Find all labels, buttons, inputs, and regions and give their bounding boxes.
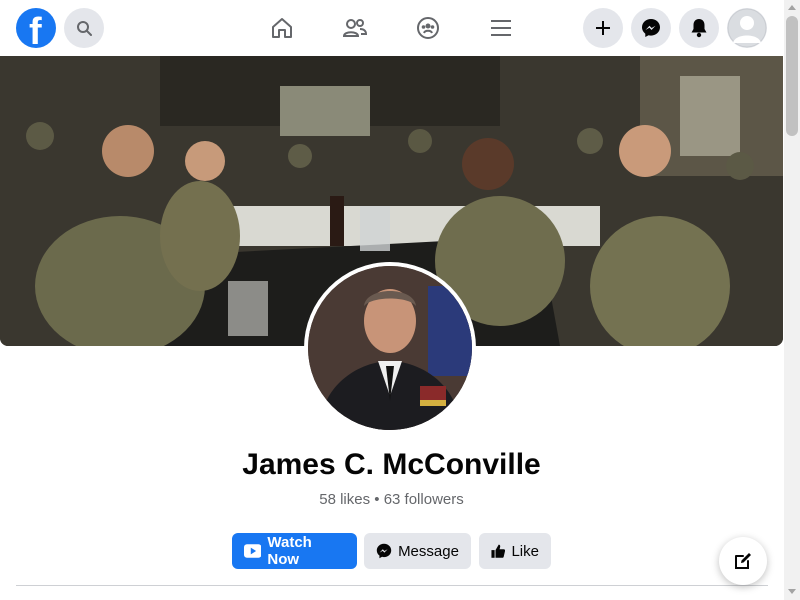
messenger-icon <box>376 543 392 559</box>
messenger-icon <box>642 19 660 37</box>
scroll-down-arrow-icon[interactable] <box>788 589 796 594</box>
notifications-button[interactable] <box>679 8 719 48</box>
like-button[interactable]: Like <box>479 533 551 569</box>
account-button[interactable] <box>727 8 767 48</box>
search-button[interactable] <box>64 8 104 48</box>
profile-picture-image <box>308 266 472 430</box>
watch-now-button[interactable]: Watch Now <box>232 533 357 569</box>
message-label: Message <box>398 542 459 560</box>
friends-icon <box>342 19 368 37</box>
likes-followers-count: 58 likes • 63 followers <box>319 491 464 508</box>
page-scrollbar[interactable] <box>784 0 800 600</box>
like-label: Like <box>511 542 539 560</box>
compose-icon <box>735 553 751 569</box>
video-play-icon <box>244 544 262 558</box>
tab-groups[interactable] <box>408 8 448 48</box>
page-title: James C. McConville <box>242 448 541 481</box>
section-divider <box>16 585 768 586</box>
avatar-icon <box>727 8 767 48</box>
message-button[interactable]: Message <box>364 533 471 569</box>
new-message-button[interactable] <box>719 537 767 585</box>
watch-now-label: Watch Now <box>267 534 312 568</box>
plus-icon <box>596 21 610 35</box>
bell-icon <box>691 19 707 38</box>
home-icon <box>272 18 292 38</box>
scroll-up-arrow-icon[interactable] <box>788 5 796 10</box>
top-navigation-bar: f <box>0 0 784 56</box>
facebook-logo-icon[interactable]: f <box>16 8 56 48</box>
tab-menu[interactable] <box>481 8 521 48</box>
search-icon <box>77 21 92 36</box>
profile-picture[interactable] <box>304 262 476 434</box>
messenger-button[interactable] <box>631 8 671 48</box>
thumbs-up-icon <box>491 544 506 558</box>
tab-home[interactable] <box>262 8 302 48</box>
create-button[interactable] <box>583 8 623 48</box>
hamburger-menu-icon <box>491 20 511 36</box>
scrollbar-thumb[interactable] <box>786 16 798 136</box>
tab-friends[interactable] <box>335 8 375 48</box>
groups-icon <box>417 17 439 39</box>
